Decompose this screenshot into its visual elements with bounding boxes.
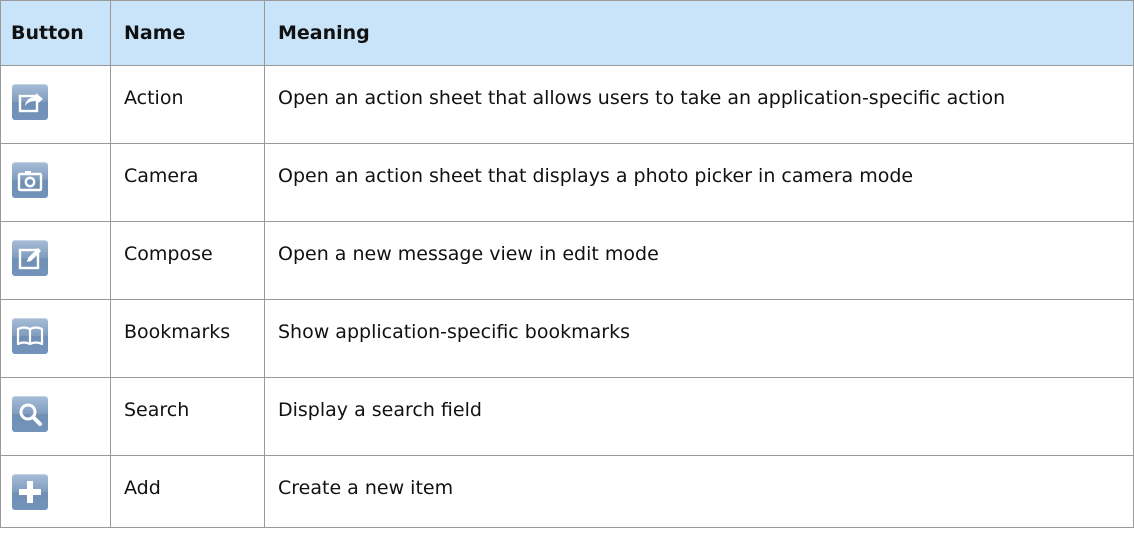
button-meaning: Open an action sheet that displays a pho… xyxy=(264,143,1134,222)
button-meaning: Show application-specific bookmarks xyxy=(264,299,1134,378)
button-cell xyxy=(0,143,111,222)
action-icon xyxy=(12,84,48,120)
button-name: Bookmarks xyxy=(110,299,265,378)
header-button: Button xyxy=(0,0,111,66)
header-meaning: Meaning xyxy=(264,0,1134,66)
table-row: Compose Open a new message view in edit … xyxy=(0,221,1134,300)
table-header-row: Button Name Meaning xyxy=(0,0,1134,66)
button-name: Search xyxy=(110,377,265,456)
button-cell xyxy=(0,299,111,378)
bookmarks-icon xyxy=(12,318,48,354)
search-icon xyxy=(12,396,48,432)
table-row: Add Create a new item xyxy=(0,455,1134,528)
table-row: Bookmarks Show application-specific book… xyxy=(0,299,1134,378)
button-meaning: Open a new message view in edit mode xyxy=(264,221,1134,300)
compose-icon xyxy=(12,240,48,276)
button-cell xyxy=(0,65,111,144)
button-cell xyxy=(0,221,111,300)
button-meaning: Display a search field xyxy=(264,377,1134,456)
button-cell xyxy=(0,455,111,528)
button-name: Compose xyxy=(110,221,265,300)
table-row: Action Open an action sheet that allows … xyxy=(0,65,1134,144)
button-meaning: Create a new item xyxy=(264,455,1134,528)
button-name: Add xyxy=(110,455,265,528)
table-row: Search Display a search field xyxy=(0,377,1134,456)
button-meaning: Open an action sheet that allows users t… xyxy=(264,65,1134,144)
button-name: Action xyxy=(110,65,265,144)
table-row: Camera Open an action sheet that display… xyxy=(0,143,1134,222)
camera-icon xyxy=(12,162,48,198)
header-name: Name xyxy=(110,0,265,66)
button-name: Camera xyxy=(110,143,265,222)
add-icon xyxy=(12,474,48,510)
button-cell xyxy=(0,377,111,456)
toolbar-buttons-table: Button Name Meaning Action Open an actio… xyxy=(0,0,1134,528)
